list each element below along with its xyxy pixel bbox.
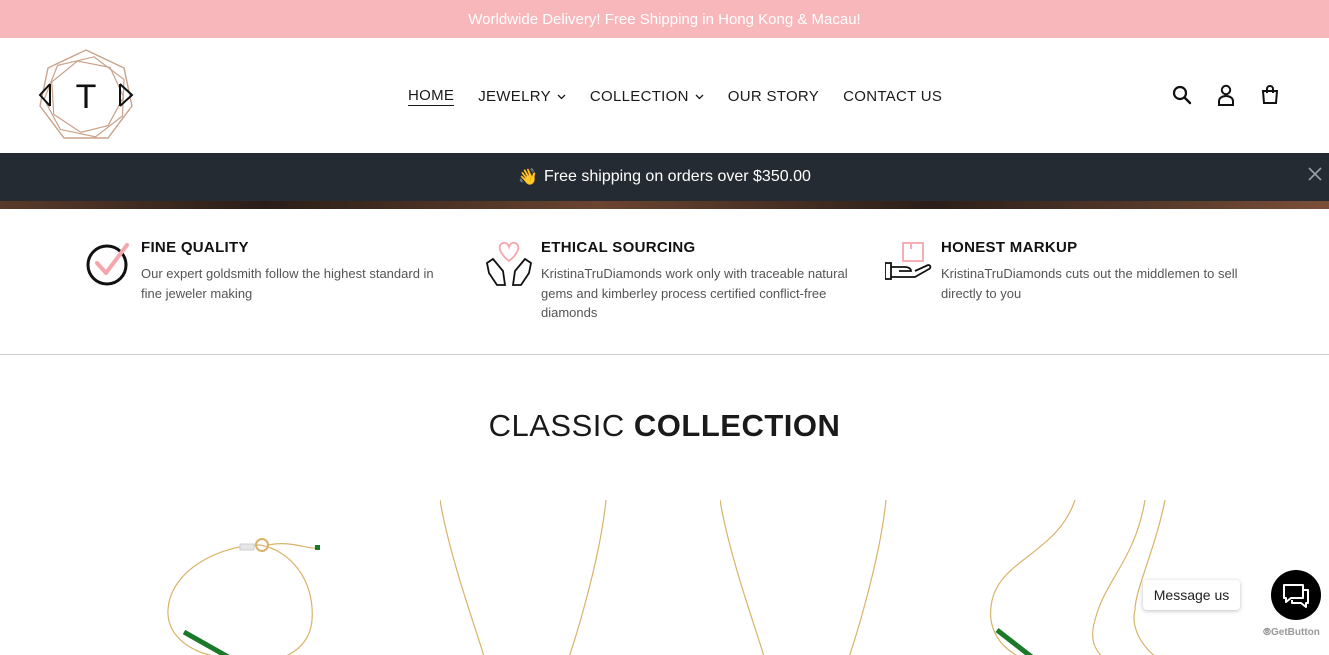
chevron-down-icon — [695, 92, 704, 103]
title-light: CLASSIC — [488, 408, 625, 443]
feature-description: KristinaTruDiamonds work only with trace… — [541, 266, 848, 320]
nav-home-label: HOME — [408, 87, 455, 106]
hero-image-strip — [0, 201, 1329, 209]
product-card[interactable] — [439, 499, 610, 655]
getbutton-logo-icon: ⦾ — [1263, 627, 1271, 638]
product-grid — [0, 499, 1329, 655]
product-card[interactable] — [719, 499, 890, 655]
message-us-label: Message us — [1153, 587, 1230, 603]
nav-contact-us[interactable]: CONTACT US — [843, 87, 942, 106]
features-section: FINE QUALITY Our expert goldsmith follow… — [0, 209, 1329, 355]
nav-home[interactable]: HOME — [408, 87, 455, 106]
nav-collection-label: COLLECTION — [589, 88, 689, 105]
message-us-bubble[interactable]: Message us — [1143, 580, 1240, 610]
nav-jewelry[interactable]: JEWELRY — [478, 87, 566, 106]
feature-title: HONEST MARKUP — [941, 239, 1078, 256]
site-header: T HOME JEWELRY COLLECTION OUR STORY CONT… — [0, 38, 1329, 153]
announcement-bar: Worldwide Delivery! Free Shipping in Hon… — [0, 0, 1329, 38]
cart-icon[interactable] — [1258, 83, 1282, 107]
wave-icon: 👋 — [518, 169, 539, 186]
free-shipping-bar: 👋 Free shipping on orders over $350.00 — [0, 153, 1329, 201]
feature-description: Our expert goldsmith follow the highest … — [141, 266, 434, 301]
title-bold: COLLECTION — [633, 408, 841, 443]
logo-letter: T — [76, 78, 97, 116]
chat-button[interactable] — [1271, 570, 1321, 620]
product-card[interactable] — [160, 500, 330, 655]
necklace-image — [439, 499, 607, 655]
nav-contact-us-label: CONTACT US — [843, 88, 943, 105]
necklace-image — [719, 499, 887, 655]
chat-icon — [1283, 584, 1309, 608]
header-actions — [1170, 83, 1282, 107]
bracelet-image — [167, 538, 320, 655]
announcement-text: Worldwide Delivery! Free Shipping in Hon… — [468, 10, 861, 28]
site-logo[interactable]: T — [36, 48, 136, 142]
close-icon[interactable] — [1307, 166, 1325, 184]
main-nav: HOME JEWELRY COLLECTION OUR STORY CONTAC… — [408, 87, 966, 106]
classic-collection-title: CLASSIC COLLECTION — [0, 408, 1329, 444]
feature-title: FINE QUALITY — [141, 239, 249, 256]
checkmark-circle-icon — [85, 239, 133, 287]
chevron-down-icon — [557, 92, 566, 103]
product-card[interactable] — [985, 499, 1175, 655]
nav-jewelry-label: JEWELRY — [478, 88, 551, 105]
feature-title: ETHICAL SOURCING — [541, 239, 696, 256]
getbutton-credit[interactable]: ⦾GetButton — [1263, 627, 1320, 638]
heart-hands-icon — [485, 239, 533, 287]
necklace-image — [990, 499, 1166, 655]
search-icon[interactable] — [1170, 83, 1194, 107]
shipping-bar-text: Free shipping on orders over $350.00 — [544, 168, 811, 185]
getbutton-brand: GetButton — [1271, 627, 1320, 638]
nav-collection[interactable]: COLLECTION — [590, 87, 704, 106]
account-icon[interactable] — [1214, 83, 1238, 107]
feature-description: KristinaTruDiamonds cuts out the middlem… — [941, 266, 1238, 301]
nav-our-story[interactable]: OUR STORY — [728, 87, 819, 106]
nav-our-story-label: OUR STORY — [727, 88, 820, 105]
box-hand-icon — [884, 239, 933, 287]
